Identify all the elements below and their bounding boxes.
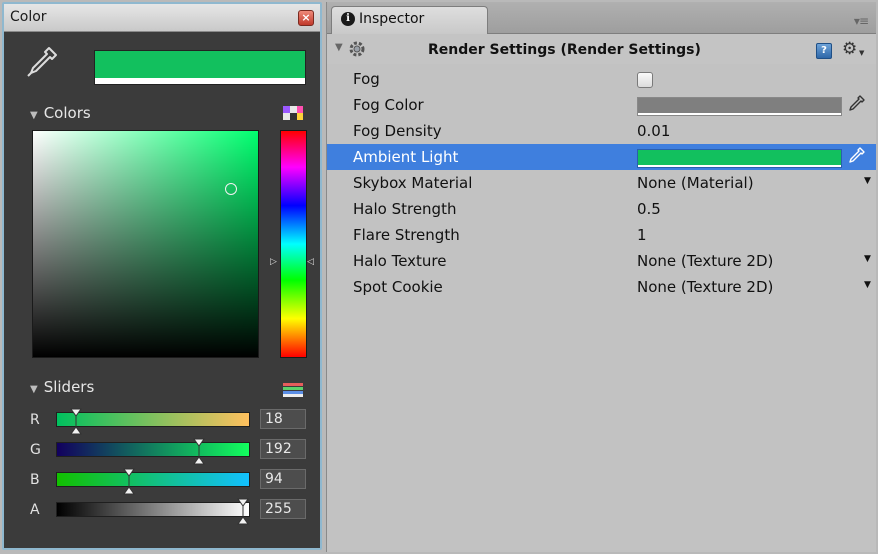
prop-label: Halo Strength	[353, 200, 457, 218]
slider-row-b: B 94	[4, 466, 324, 495]
slider-track-r[interactable]	[56, 408, 250, 435]
fog-checkbox[interactable]	[637, 72, 653, 88]
hue-marker-right-icon[interactable]: ◁	[307, 257, 314, 267]
slider-row-a: A 255	[4, 496, 324, 525]
current-color-swatch	[94, 50, 306, 85]
eyedropper-icon[interactable]	[22, 42, 62, 82]
colors-section-header[interactable]: ▼ Colors	[30, 104, 91, 122]
prop-row-fog[interactable]: Fog	[327, 66, 876, 92]
ambient-light-color-fill	[638, 150, 841, 165]
foldout-triangle-icon[interactable]: ▼	[335, 42, 343, 53]
tab-inspector-label: Inspector	[359, 11, 425, 27]
slider-thumb-r[interactable]	[69, 408, 82, 435]
prop-row-halo-texture[interactable]: Halo Texture None (Texture 2D) ▼	[327, 248, 876, 274]
tab-inspector[interactable]: i Inspector	[331, 6, 488, 35]
slider-mode-icon[interactable]	[283, 383, 303, 397]
prop-row-halo-strength[interactable]: Halo Strength 0.5	[327, 196, 876, 222]
info-icon: i	[341, 12, 355, 26]
slider-track-a[interactable]	[56, 498, 250, 525]
slider-row-g: G 192	[4, 436, 324, 465]
palette-mode-icon[interactable]	[283, 106, 303, 120]
component-header: ▼ Render Settings (Render Settings) ? ⚙ …	[327, 34, 876, 64]
collapse-triangle-icon: ▼	[30, 384, 38, 395]
slider-thumb-a[interactable]	[237, 498, 249, 525]
current-color-fill	[95, 51, 305, 78]
eyedropper-icon[interactable]	[845, 93, 867, 115]
tab-menu-icon[interactable]: ▾≡	[854, 14, 869, 28]
flare-strength-field[interactable]: 1	[637, 226, 647, 244]
colors-section-label: Colors	[43, 104, 91, 122]
halo-strength-field[interactable]: 0.5	[637, 200, 661, 218]
slider-thumb-b[interactable]	[123, 468, 136, 495]
slider-label-a: A	[30, 502, 40, 518]
halo-texture-field[interactable]: None (Texture 2D)	[637, 252, 773, 270]
inspector-tabbar: i Inspector ▾≡	[327, 2, 876, 35]
hue-marker-left-icon[interactable]: ▷	[270, 257, 277, 267]
slider-track-b[interactable]	[56, 468, 250, 495]
inspector-window: i Inspector ▾≡ ▼ Render Settings (Render…	[326, 2, 876, 552]
prop-row-fog-density[interactable]: Fog Density 0.01	[327, 118, 876, 144]
gear-icon[interactable]: ⚙	[842, 39, 857, 59]
black-gradient-layer	[33, 131, 258, 357]
prop-label: Skybox Material	[353, 174, 473, 192]
prop-label: Flare Strength	[353, 226, 460, 244]
prop-label: Fog Density	[353, 122, 442, 140]
sliders-section-label: Sliders	[43, 378, 95, 396]
ambient-light-color-field[interactable]	[637, 149, 842, 168]
slider-value-a[interactable]: 255	[260, 499, 306, 519]
slider-value-g[interactable]: 192	[260, 439, 306, 459]
slider-label-b: B	[30, 472, 40, 488]
saturation-value-square[interactable]	[32, 130, 259, 358]
fog-density-field[interactable]: 0.01	[637, 122, 670, 140]
chevron-down-icon[interactable]: ▼	[864, 280, 871, 290]
prop-label: Fog Color	[353, 96, 424, 114]
prop-label: Fog	[353, 70, 380, 88]
chevron-down-icon[interactable]: ▼	[864, 176, 871, 186]
spot-cookie-field[interactable]: None (Texture 2D)	[637, 278, 773, 296]
skybox-material-field[interactable]: None (Material)	[637, 174, 754, 192]
prop-row-skybox-material[interactable]: Skybox Material None (Material) ▼	[327, 170, 876, 196]
slider-thumb-g[interactable]	[192, 438, 205, 465]
sliders-section-header[interactable]: ▼ Sliders	[30, 378, 94, 396]
help-icon[interactable]: ?	[816, 43, 832, 59]
prop-row-fog-color[interactable]: Fog Color	[327, 92, 876, 118]
eyedropper-icon[interactable]	[845, 145, 867, 167]
color-picker-window: Color × ▼ Colors ▷ ◁ ▼ Sliders R 18 G 19…	[2, 2, 322, 550]
slider-value-b[interactable]: 94	[260, 469, 306, 489]
close-icon[interactable]: ×	[298, 10, 314, 26]
component-title: Render Settings (Render Settings)	[428, 42, 701, 58]
fog-color-field[interactable]	[637, 97, 842, 116]
chevron-down-icon: ▼	[859, 49, 865, 57]
prop-row-flare-strength[interactable]: Flare Strength 1	[327, 222, 876, 248]
prop-label: Halo Texture	[353, 252, 447, 270]
collapse-triangle-icon: ▼	[30, 110, 38, 121]
prop-label: Ambient Light	[353, 148, 459, 166]
slider-value-r[interactable]: 18	[260, 409, 306, 429]
prop-row-spot-cookie[interactable]: Spot Cookie None (Texture 2D) ▼	[327, 274, 876, 300]
color-cursor[interactable]	[225, 183, 237, 195]
color-window-titlebar[interactable]: Color ×	[4, 4, 320, 32]
chevron-down-icon[interactable]: ▼	[864, 254, 871, 264]
hue-slider[interactable]	[280, 130, 307, 358]
slider-label-g: G	[30, 442, 41, 458]
prop-row-ambient-light[interactable]: Ambient Light	[327, 144, 876, 170]
render-settings-icon	[349, 41, 365, 57]
slider-track-g[interactable]	[56, 438, 250, 465]
slider-label-r: R	[30, 412, 40, 428]
prop-label: Spot Cookie	[353, 278, 443, 296]
fog-color-fill	[638, 98, 841, 113]
slider-row-r: R 18	[4, 406, 324, 435]
color-window-title: Color	[10, 9, 47, 25]
